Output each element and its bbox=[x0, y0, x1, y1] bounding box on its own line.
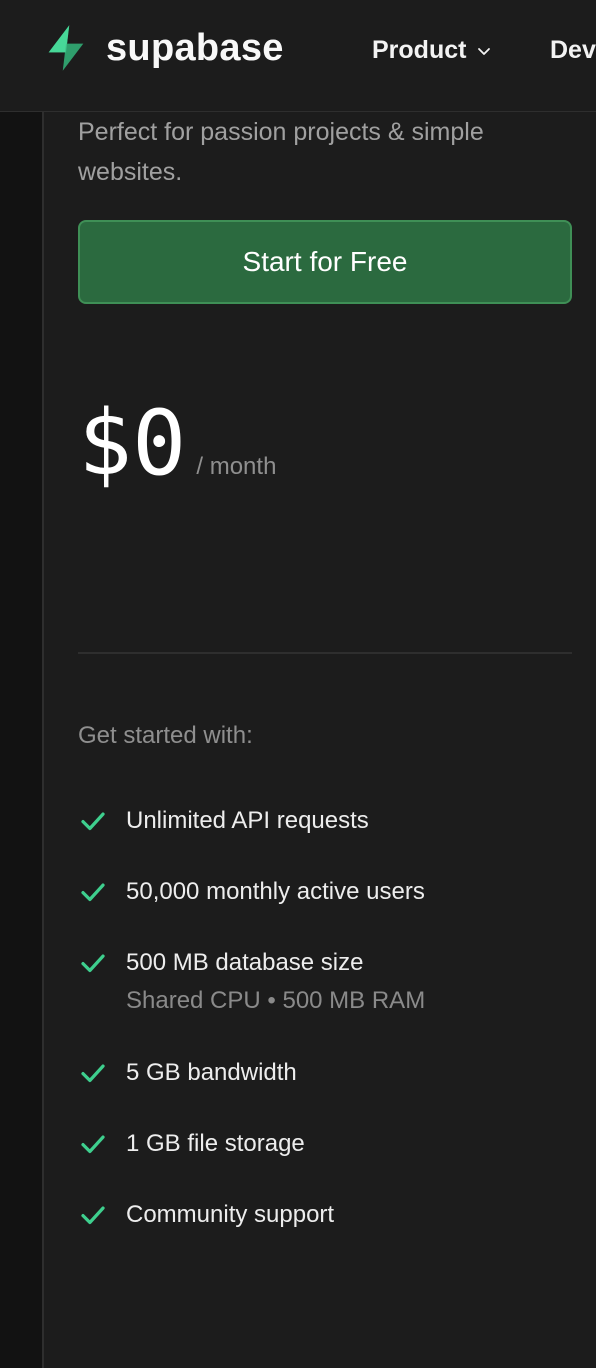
feature-text: 5 GB bandwidth bbox=[126, 1054, 297, 1092]
feature-text: 50,000 monthly active users bbox=[126, 873, 425, 911]
feature-label: Unlimited API requests bbox=[126, 807, 369, 834]
check-icon bbox=[81, 1206, 105, 1225]
feature-text: Unlimited API requests bbox=[126, 802, 369, 840]
feature-label: 5 GB bandwidth bbox=[126, 1059, 297, 1086]
feature-label: 1 GB file storage bbox=[126, 1130, 305, 1157]
feature-item: 1 GB file storage bbox=[78, 1125, 572, 1196]
start-for-free-button[interactable]: Start for Free bbox=[78, 220, 572, 304]
feature-item: 500 MB database size Shared CPU • 500 MB… bbox=[78, 944, 572, 1054]
feature-item: 5 GB bandwidth bbox=[78, 1054, 572, 1125]
plan-tagline: Perfect for passion projects & simple we… bbox=[78, 118, 484, 186]
price-row: $0 / month bbox=[78, 394, 276, 494]
check-icon bbox=[81, 1064, 105, 1083]
nav-item-product-label: Product bbox=[372, 35, 467, 64]
feature-label: 500 MB database size bbox=[126, 949, 364, 976]
supabase-logo-icon bbox=[48, 25, 84, 71]
check-icon bbox=[81, 812, 105, 831]
features-heading: Get started with: bbox=[78, 722, 253, 749]
feature-label: Community support bbox=[126, 1201, 335, 1228]
feature-item: Unlimited API requests bbox=[78, 802, 572, 873]
brand-logo-link[interactable]: supabase bbox=[40, 22, 284, 74]
feature-text: 1 GB file storage bbox=[126, 1125, 305, 1163]
feature-list: Unlimited API requests 50,000 monthly ac… bbox=[78, 802, 572, 1267]
check-icon bbox=[81, 883, 105, 902]
feature-text: 500 MB database size Shared CPU • 500 MB… bbox=[126, 944, 425, 1020]
feature-label: 50,000 monthly active users bbox=[126, 878, 425, 905]
check-icon bbox=[81, 954, 105, 973]
nav-item-developers[interactable]: Dev bbox=[550, 30, 596, 70]
nav-item-product[interactable]: Product bbox=[372, 30, 492, 70]
check-icon bbox=[81, 1135, 105, 1154]
feature-text: Community support bbox=[126, 1196, 334, 1234]
price-period: / month bbox=[196, 453, 277, 480]
brand-name: supabase bbox=[106, 26, 284, 69]
feature-item: 50,000 monthly active users bbox=[78, 873, 572, 944]
plan-price: $0 bbox=[78, 391, 187, 496]
chevron-down-icon bbox=[478, 48, 491, 55]
divider bbox=[78, 652, 572, 654]
top-navigation-bar: supabase Product Dev bbox=[0, 0, 596, 112]
feature-detail: Shared CPU • 500 MB RAM bbox=[126, 987, 426, 1014]
nav-item-developers-label: Dev bbox=[550, 35, 596, 64]
feature-item: Community support bbox=[78, 1196, 572, 1267]
pricing-card-free: Perfect for passion projects & simple we… bbox=[42, 112, 596, 1368]
